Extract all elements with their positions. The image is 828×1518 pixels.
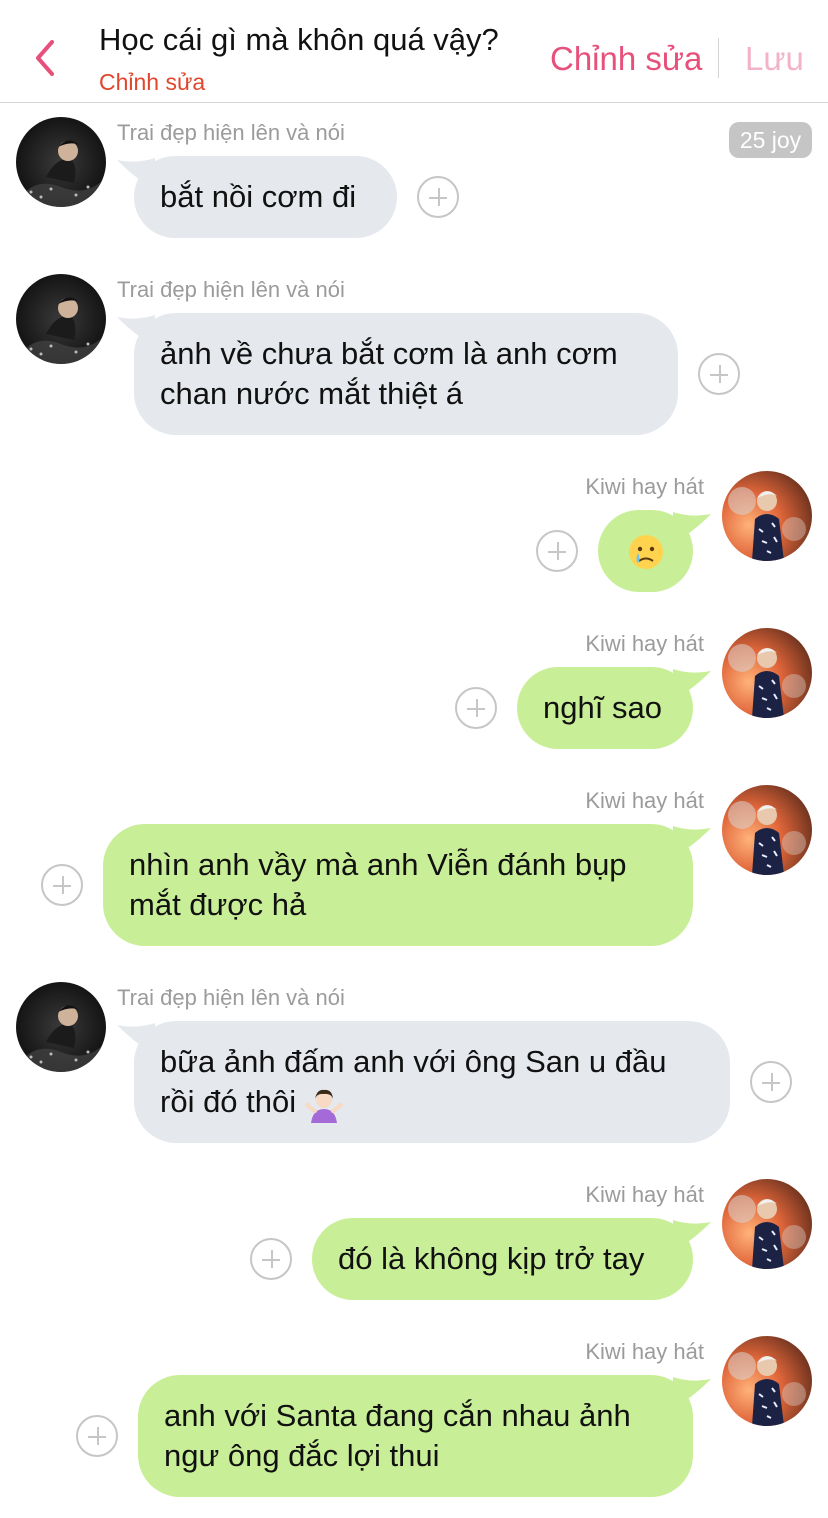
message-text-line: bữa ảnh đấm anh với ông San u đầu [160,1044,667,1079]
edit-button[interactable]: Chỉnh sửa [550,40,702,78]
message-text-line: ngư ông đắc lợi thui [164,1438,440,1473]
sender-name: Kiwi hay hát [585,1182,704,1207]
avatar[interactable] [722,1179,812,1269]
add-reaction-icon[interactable] [76,1415,118,1457]
shrugging-woman-emoji-icon [304,1089,343,1123]
message-bubble[interactable] [598,510,693,592]
avatar[interactable] [722,785,812,875]
message-text-line-2: rồi đó thôi [160,1082,704,1123]
message-text: bắt nồi cơm đi [160,179,357,214]
chat-header: Học cái gì mà khôn quá vậy? Chỉnh sửa Ch… [0,0,828,103]
sad-tear-emoji-icon [628,534,663,569]
save-button[interactable]: Lưu [745,40,804,78]
message-text-line: chan nước mắt thiệt á [160,376,464,411]
sender-name: Kiwi hay hát [585,1339,704,1364]
message-text: đó là không kịp trở tay [338,1241,645,1276]
add-reaction-icon[interactable] [536,530,578,572]
message-bubble[interactable]: đó là không kịp trở tay [312,1218,693,1300]
message-bubble[interactable]: nghĩ sao [517,667,693,749]
add-reaction-icon[interactable] [250,1238,292,1280]
add-reaction-icon[interactable] [41,864,83,906]
message-bubble[interactable]: anh với Santa đang cắn nhau ảnh ngư ông … [138,1375,693,1497]
chat-subtitle[interactable]: Chỉnh sửa [99,69,205,96]
header-divider [718,38,719,78]
message-bubble[interactable]: nhìn anh vầy mà anh Viễn đánh bụp mắt đư… [103,824,693,946]
avatar[interactable] [722,1336,812,1426]
message-bubble[interactable]: bắt nồi cơm đi [134,156,397,238]
message-bubble[interactable]: bữa ảnh đấm anh với ông San u đầu rồi đó… [134,1021,730,1143]
add-reaction-icon[interactable] [698,353,740,395]
message-text-line: ảnh về chưa bắt cơm là anh cơm [160,336,618,371]
back-chevron-icon[interactable] [28,38,62,78]
sender-name: Trai đẹp hiện lên và nói [117,277,345,302]
message-text-line: rồi đó thôi [160,1084,297,1119]
chat-title: Học cái gì mà khôn quá vậy? [99,22,499,57]
message-text-line: nhìn anh vầy mà anh Viễn đánh bụp [129,847,627,882]
sender-name: Kiwi hay hát [585,631,704,656]
avatar[interactable] [722,471,812,561]
avatar[interactable] [722,628,812,718]
sender-name: Trai đẹp hiện lên và nói [117,120,345,145]
avatar[interactable] [16,982,106,1072]
add-reaction-icon[interactable] [750,1061,792,1103]
message-text-line: mắt được hả [129,887,307,922]
sender-name: Kiwi hay hát [585,474,704,499]
avatar[interactable] [16,274,106,364]
sender-name: Kiwi hay hát [585,788,704,813]
add-reaction-icon[interactable] [455,687,497,729]
message-text: nghĩ sao [543,690,662,725]
points-badge: 25 joy [729,122,812,158]
sender-name: Trai đẹp hiện lên và nói [117,985,345,1010]
avatar[interactable] [16,117,106,207]
add-reaction-icon[interactable] [417,176,459,218]
message-bubble[interactable]: ảnh về chưa bắt cơm là anh cơm chan nước… [134,313,678,435]
message-text-line: anh với Santa đang cắn nhau ảnh [164,1398,631,1433]
